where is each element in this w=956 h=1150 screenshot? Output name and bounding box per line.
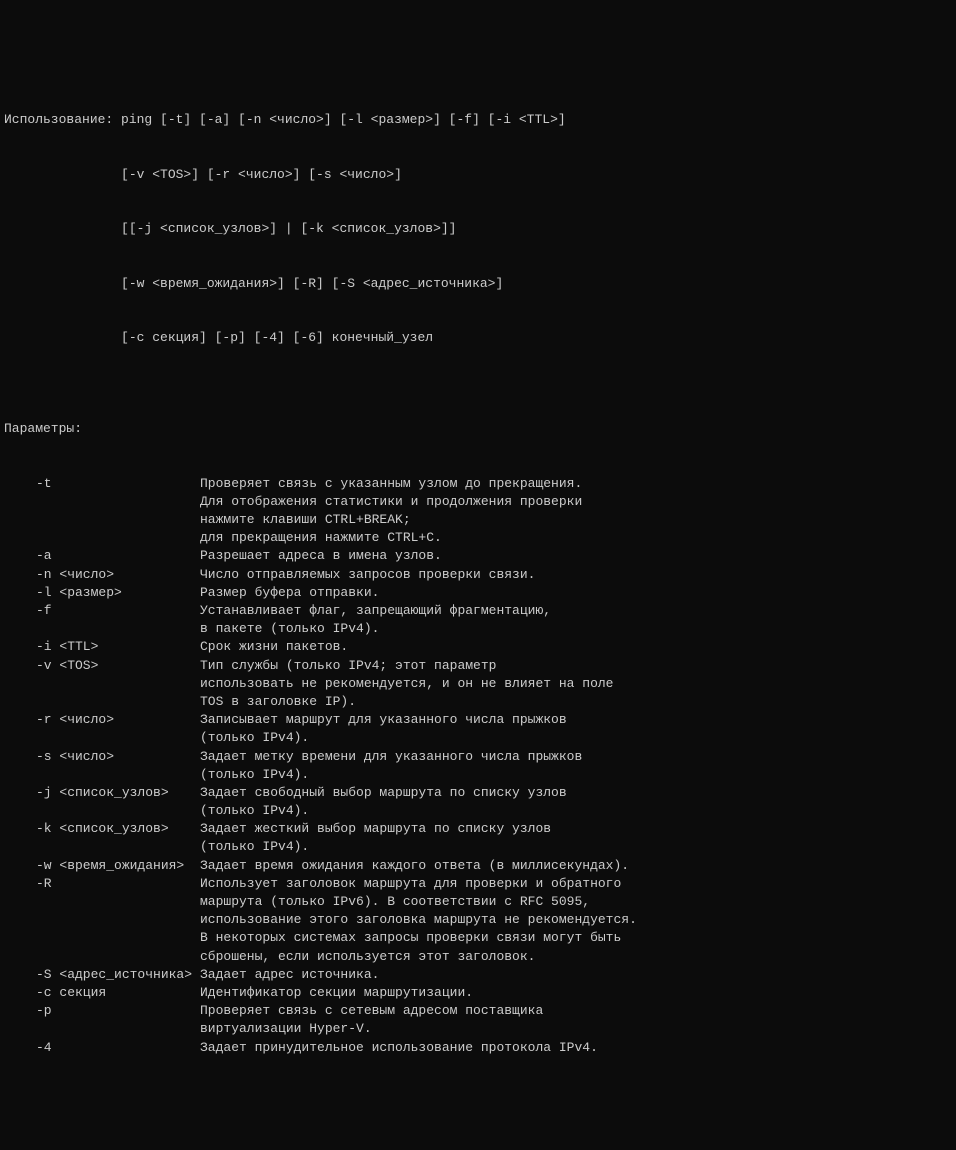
param-description: Записывает маршрут для указанного числа …: [200, 711, 952, 729]
param-flag: -r <число>: [4, 711, 200, 729]
param-description-cont: TOS в заголовке IP).: [4, 693, 952, 711]
param-flag: -j <список_узлов>: [4, 784, 200, 802]
usage-line: [-w <время_ожидания>] [-R] [-S <адрес_ис…: [4, 275, 952, 293]
param-row: -v <TOS>Тип службы (только IPv4; этот па…: [4, 657, 952, 675]
param-description-cont: (только IPv4).: [4, 766, 952, 784]
param-description-cont: В некоторых системах запросы проверки св…: [4, 929, 952, 947]
param-row: -S <адрес_источника>Задает адрес источни…: [4, 966, 952, 984]
param-description: Устанавливает флаг, запрещающий фрагмент…: [200, 602, 952, 620]
param-row: -RИспользует заголовок маршрута для пров…: [4, 875, 952, 893]
param-row: -k <список_узлов>Задает жесткий выбор ма…: [4, 820, 952, 838]
param-description-cont: использование этого заголовка маршрута н…: [4, 911, 952, 929]
param-description: Задает жесткий выбор маршрута по списку …: [200, 820, 952, 838]
param-description: Использует заголовок маршрута для провер…: [200, 875, 952, 893]
param-description: Проверяет связь с указанным узлом до пре…: [200, 475, 952, 493]
param-row: -r <число>Записывает маршрут для указанн…: [4, 711, 952, 729]
param-row: -c секцияИдентификатор секции маршрутиза…: [4, 984, 952, 1002]
param-description: Идентификатор секции маршрутизации.: [200, 984, 952, 1002]
usage-line: [-v <TOS>] [-r <число>] [-s <число>]: [4, 166, 952, 184]
param-description-cont: виртуализации Hyper-V.: [4, 1020, 952, 1038]
param-description: Задает метку времени для указанного числ…: [200, 748, 952, 766]
param-row: -i <TTL>Срок жизни пакетов.: [4, 638, 952, 656]
param-row: -l <размер>Размер буфера отправки.: [4, 584, 952, 602]
param-description: Число отправляемых запросов проверки свя…: [200, 566, 952, 584]
param-flag: -v <TOS>: [4, 657, 200, 675]
usage-line: Использование: ping [-t] [-a] [-n <число…: [4, 111, 952, 129]
param-description-cont: сброшены, если используется этот заголов…: [4, 948, 952, 966]
usage-line: [-c секция] [-p] [-4] [-6] конечный_узел: [4, 329, 952, 347]
param-flag: -i <TTL>: [4, 638, 200, 656]
params-header: Параметры:: [4, 420, 952, 438]
param-flag: -S <адрес_источника>: [4, 966, 200, 984]
param-flag: -n <число>: [4, 566, 200, 584]
param-row: -n <число>Число отправляемых запросов пр…: [4, 566, 952, 584]
param-row: -tПроверяет связь с указанным узлом до п…: [4, 475, 952, 493]
param-description-cont: (только IPv4).: [4, 838, 952, 856]
param-description-cont: использовать не рекомендуется, и он не в…: [4, 675, 952, 693]
param-flag: -t: [4, 475, 200, 493]
usage-block: Использование: ping [-t] [-a] [-n <число…: [4, 75, 952, 366]
param-description: Задает время ожидания каждого ответа (в …: [200, 857, 952, 875]
param-flag: -c секция: [4, 984, 200, 1002]
param-row: -aРазрешает адреса в имена узлов.: [4, 547, 952, 565]
param-flag: -R: [4, 875, 200, 893]
param-description: Размер буфера отправки.: [200, 584, 952, 602]
usage-line: [[-j <список_узлов>] | [-k <список_узлов…: [4, 220, 952, 238]
param-row: -fУстанавливает флаг, запрещающий фрагме…: [4, 602, 952, 620]
param-flag: -k <список_узлов>: [4, 820, 200, 838]
param-flag: -p: [4, 1002, 200, 1020]
param-description: Проверяет связь с сетевым адресом постав…: [200, 1002, 952, 1020]
param-flag: -a: [4, 547, 200, 565]
param-flag: -4: [4, 1039, 200, 1057]
param-row: -w <время_ожидания>Задает время ожидания…: [4, 857, 952, 875]
param-row: -j <список_узлов>Задает свободный выбор …: [4, 784, 952, 802]
param-row: -4Задает принудительное использование пр…: [4, 1039, 952, 1057]
param-flag: -s <число>: [4, 748, 200, 766]
param-description: Разрешает адреса в имена узлов.: [200, 547, 952, 565]
param-row: -pПроверяет связь с сетевым адресом пост…: [4, 1002, 952, 1020]
param-description: Задает адрес источника.: [200, 966, 952, 984]
param-description-cont: в пакете (только IPv4).: [4, 620, 952, 638]
param-description: Задает принудительное использование прот…: [200, 1039, 952, 1057]
param-row: -s <число>Задает метку времени для указа…: [4, 748, 952, 766]
param-description-cont: (только IPv4).: [4, 729, 952, 747]
param-description-cont: Для отображения статистики и продолжения…: [4, 493, 952, 511]
param-description-cont: для прекращения нажмите CTRL+C.: [4, 529, 952, 547]
param-flag: -l <размер>: [4, 584, 200, 602]
param-description-cont: (только IPv4).: [4, 802, 952, 820]
param-description: Тип службы (только IPv4; этот параметр: [200, 657, 952, 675]
param-flag: -f: [4, 602, 200, 620]
param-description-cont: нажмите клавиши CTRL+BREAK;: [4, 511, 952, 529]
params-list: -tПроверяет связь с указанным узлом до п…: [4, 475, 952, 1057]
param-flag: -w <время_ожидания>: [4, 857, 200, 875]
param-description: Задает свободный выбор маршрута по списк…: [200, 784, 952, 802]
param-description: Срок жизни пакетов.: [200, 638, 952, 656]
param-description-cont: маршрута (только IPv6). В соответствии с…: [4, 893, 952, 911]
